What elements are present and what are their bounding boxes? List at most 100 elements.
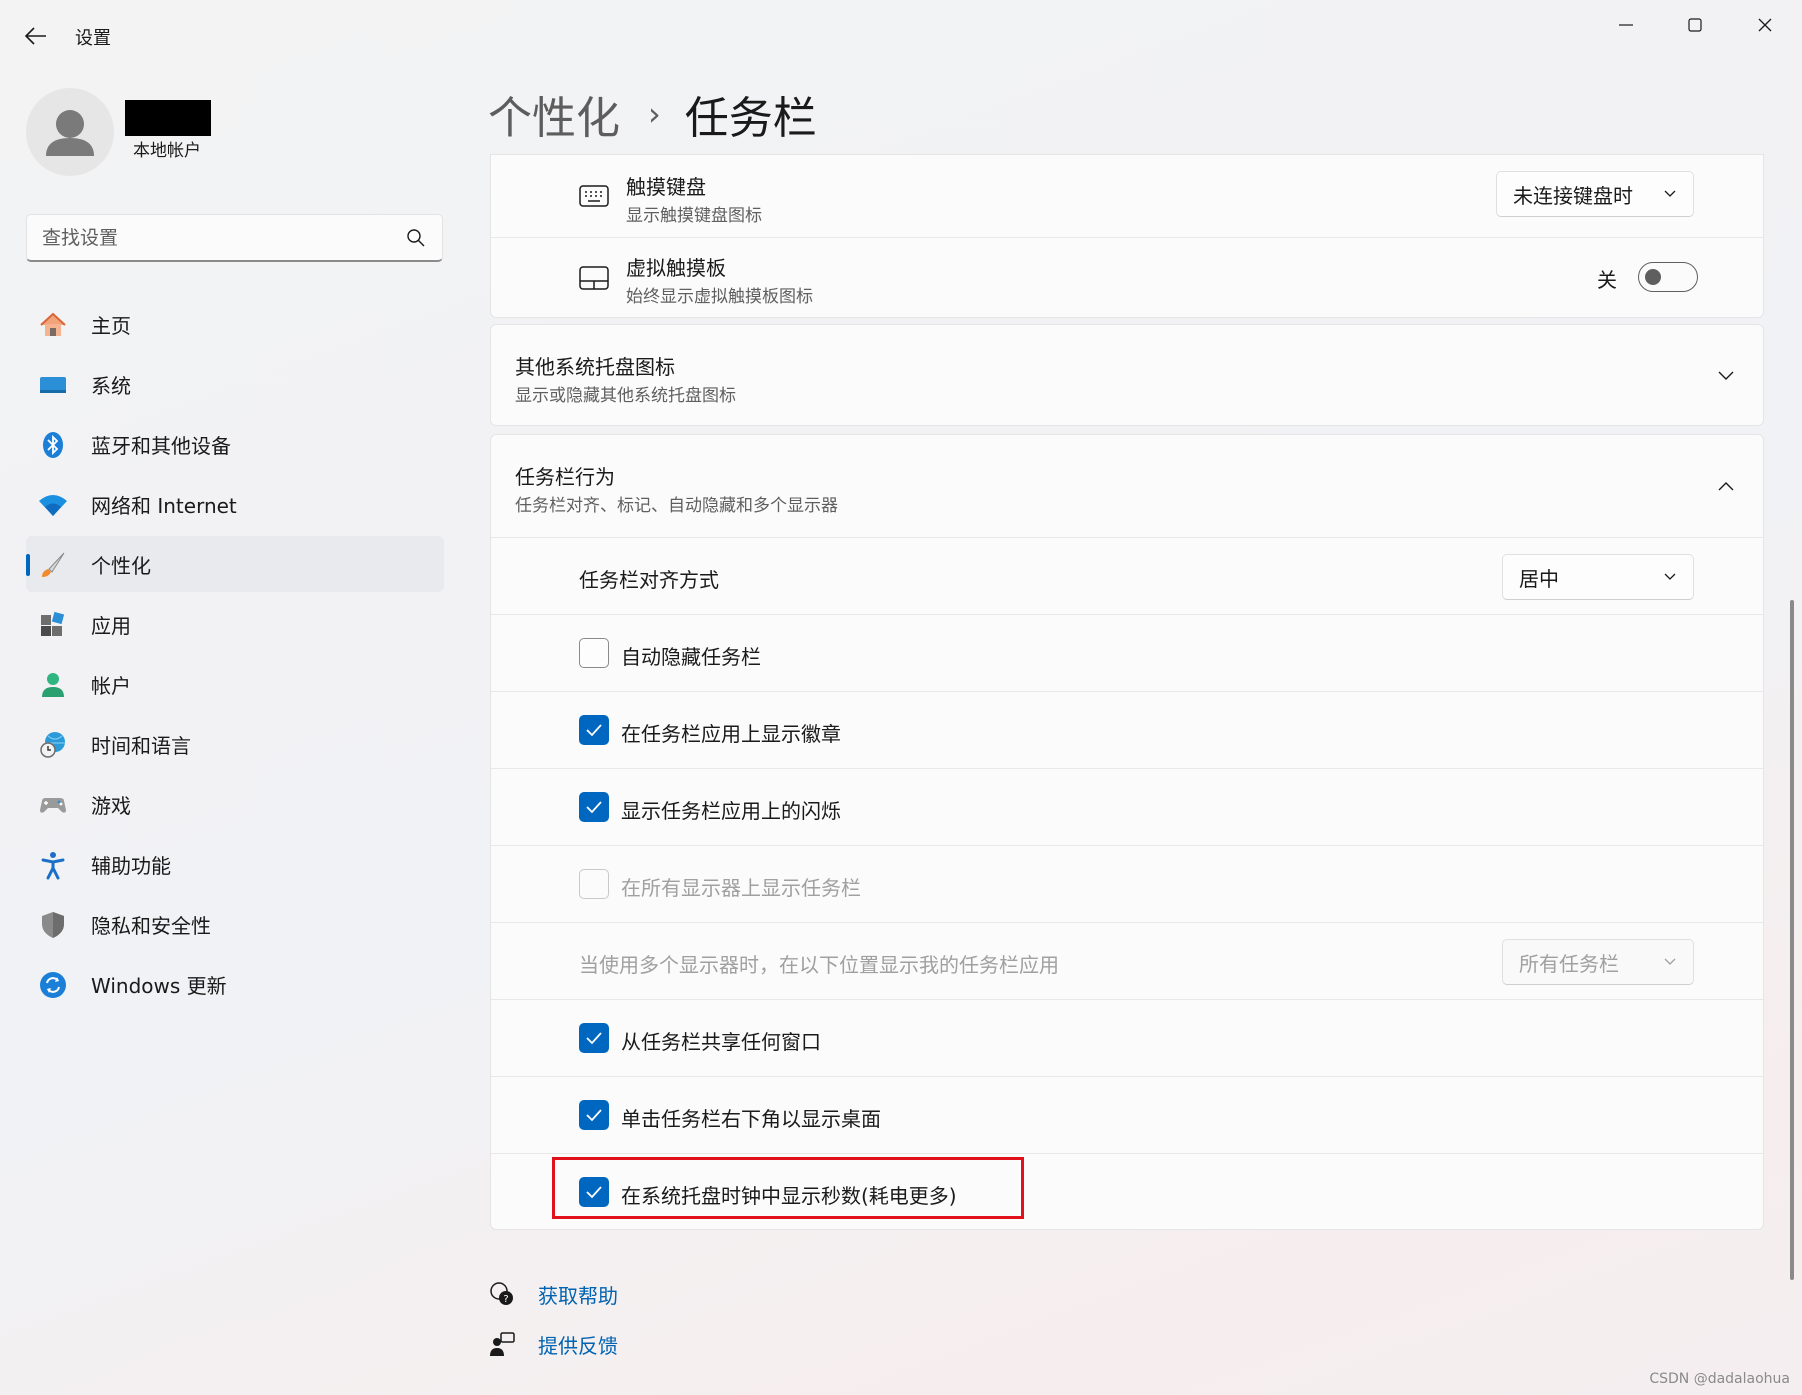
sidebar-item-system[interactable]: 系统 <box>26 356 444 412</box>
sidebar-item-label: 蓝牙和其他设备 <box>91 433 231 458</box>
avatar[interactable] <box>26 88 114 176</box>
toggle-knob <box>1645 269 1661 285</box>
minimize-icon <box>1619 24 1633 26</box>
breadcrumb: 个性化 › 任务栏 <box>488 84 817 144</box>
account-type: 本地帐户 <box>133 141 201 161</box>
auto-hide-label: 自动隐藏任务栏 <box>621 645 761 669</box>
desktop-corner-checkbox[interactable] <box>579 1100 609 1130</box>
give-feedback-text[interactable]: 提供反馈 <box>538 1330 618 1359</box>
home-icon <box>38 310 68 340</box>
virtual-touchpad-row: 虚拟触摸板 始终显示虚拟触摸板图标 关 <box>491 237 1763 317</box>
sidebar-item-home[interactable]: 主页 <box>26 296 444 352</box>
badges-label: 在任务栏应用上显示徽章 <box>621 722 841 746</box>
sidebar-item-apps[interactable]: 应用 <box>26 596 444 652</box>
sidebar-item-gaming[interactable]: 游戏 <box>26 776 444 832</box>
virtual-touchpad-title: 虚拟触摸板 <box>626 256 726 280</box>
search-box[interactable] <box>26 214 443 262</box>
user-name-redacted <box>125 100 211 136</box>
toggle-state-label: 关 <box>1597 268 1617 292</box>
settings-window: 设置 本地帐户 主页 <box>0 0 1802 1395</box>
wifi-icon <box>38 490 68 520</box>
sidebar-item-windows-update[interactable]: Windows 更新 <box>26 956 444 1012</box>
sidebar-item-label: 隐私和安全性 <box>91 913 211 938</box>
back-button[interactable] <box>20 20 52 52</box>
scrollbar[interactable] <box>1790 600 1794 1280</box>
chevron-down-icon <box>1664 958 1676 965</box>
system-icon <box>38 370 68 400</box>
multi-display-dropdown: 所有任务栏 <box>1502 939 1694 985</box>
get-help-text[interactable]: 获取帮助 <box>538 1280 618 1309</box>
all-displays-row: 在所有显示器上显示任务栏 <box>491 845 1763 922</box>
help-chat-icon: ? <box>488 1280 516 1308</box>
maximize-icon <box>1688 18 1702 32</box>
checkmark-icon <box>586 801 602 814</box>
sidebar-item-label: 应用 <box>91 613 131 638</box>
brush-icon <box>38 550 68 580</box>
flashing-checkbox[interactable] <box>579 792 609 822</box>
sidebar-item-label: 系统 <box>91 373 131 398</box>
desktop-corner-label: 单击任务栏右下角以显示桌面 <box>621 1107 881 1131</box>
update-icon <box>38 970 68 1000</box>
virtual-touchpad-subtitle: 始终显示虚拟触摸板图标 <box>626 287 813 307</box>
search-input[interactable] <box>42 225 382 251</box>
checkmark-icon <box>586 1032 602 1045</box>
highlight-annotation-box <box>552 1157 1024 1219</box>
minimize-button[interactable] <box>1603 10 1649 40</box>
taskbar-behavior-header[interactable]: 任务栏行为 任务栏对齐、标记、自动隐藏和多个显示器 <box>491 435 1763 537</box>
chevron-down-icon <box>1664 190 1676 197</box>
share-window-label: 从任务栏共享任何窗口 <box>621 1030 821 1054</box>
feedback-icon <box>488 1330 516 1358</box>
touch-keyboard-value: 未连接键盘时 <box>1513 183 1633 208</box>
taskbar-alignment-dropdown[interactable]: 居中 <box>1502 554 1694 600</box>
sidebar-item-label: 主页 <box>91 313 131 338</box>
arrow-left-icon <box>25 27 46 45</box>
other-tray-icons-card[interactable]: 其他系统托盘图标 显示或隐藏其他系统托盘图标 <box>490 324 1764 426</box>
auto-hide-checkbox[interactable] <box>579 638 609 668</box>
all-displays-checkbox <box>579 869 609 899</box>
close-button[interactable] <box>1742 10 1788 40</box>
multi-display-label: 当使用多个显示器时，在以下位置显示我的任务栏应用 <box>579 953 1059 977</box>
badges-row: 在任务栏应用上显示徽章 <box>491 691 1763 768</box>
account-icon <box>38 670 68 700</box>
sidebar-item-privacy[interactable]: 隐私和安全性 <box>26 896 444 952</box>
touch-keyboard-dropdown[interactable]: 未连接键盘时 <box>1496 171 1694 217</box>
svg-text:?: ? <box>503 1294 508 1305</box>
gamepad-icon <box>38 790 68 820</box>
sidebar-item-accessibility[interactable]: 辅助功能 <box>26 836 444 892</box>
auto-hide-row: 自动隐藏任务栏 <box>491 614 1763 691</box>
title-bar: 设置 <box>0 0 1802 70</box>
touchpad-icon <box>579 266 609 290</box>
search-icon[interactable] <box>406 228 426 248</box>
watermark: CSDN @dadalaohua <box>1649 1371 1790 1387</box>
sidebar-item-network[interactable]: 网络和 Internet <box>26 476 444 532</box>
multi-display-value: 所有任务栏 <box>1519 951 1619 976</box>
sidebar-item-label: 网络和 Internet <box>91 493 237 518</box>
sidebar-item-accounts[interactable]: 帐户 <box>26 656 444 712</box>
globe-clock-icon <box>38 730 68 760</box>
sidebar-item-personalization[interactable]: 个性化 <box>26 536 444 592</box>
all-displays-label: 在所有显示器上显示任务栏 <box>621 876 861 900</box>
touch-keyboard-title: 触摸键盘 <box>626 175 706 199</box>
touch-keyboard-subtitle: 显示触摸键盘图标 <box>626 206 762 226</box>
maximize-button[interactable] <box>1672 10 1718 40</box>
chevron-down-icon <box>1664 573 1676 580</box>
touch-keyboard-row: 触摸键盘 显示触摸键盘图标 未连接键盘时 <box>491 155 1763 237</box>
sidebar-item-time-language[interactable]: 时间和语言 <box>26 716 444 772</box>
chevron-up-icon[interactable] <box>1717 479 1735 493</box>
chevron-down-icon[interactable] <box>1717 369 1735 383</box>
app-title: 设置 <box>75 28 111 49</box>
taskbar-alignment-value: 居中 <box>1519 566 1559 591</box>
bluetooth-icon <box>38 430 68 460</box>
flashing-row: 显示任务栏应用上的闪烁 <box>491 768 1763 845</box>
taskbar-behavior-subtitle: 任务栏对齐、标记、自动隐藏和多个显示器 <box>515 496 838 516</box>
taskbar-behavior-title: 任务栏行为 <box>515 465 615 489</box>
get-help-link[interactable]: ? 获取帮助 <box>488 1280 618 1308</box>
sidebar-item-label: 时间和语言 <box>91 733 191 758</box>
virtual-touchpad-toggle[interactable] <box>1638 262 1698 292</box>
sidebar-item-bluetooth[interactable]: 蓝牙和其他设备 <box>26 416 444 472</box>
share-window-checkbox[interactable] <box>579 1023 609 1053</box>
give-feedback-link[interactable]: 提供反馈 <box>488 1330 618 1358</box>
sidebar-item-label: Windows 更新 <box>91 973 227 998</box>
breadcrumb-parent[interactable]: 个性化 <box>488 82 620 146</box>
badges-checkbox[interactable] <box>579 715 609 745</box>
